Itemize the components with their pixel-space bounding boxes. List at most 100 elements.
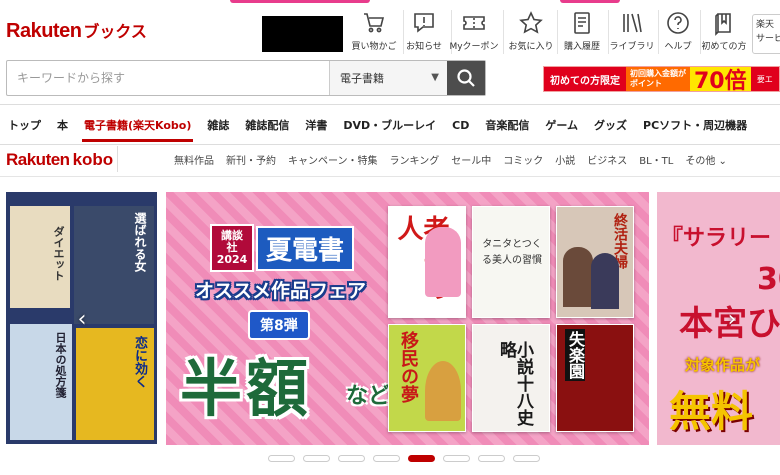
sub-nav-new[interactable]: 新刊・予約 — [220, 152, 282, 167]
promo-tag: 初めての方限定 — [544, 67, 626, 91]
sub-nav-bl-tl[interactable]: BL・TL — [633, 152, 679, 167]
notice-icon — [414, 13, 434, 33]
promo-mid: 初回購入金額が ポイント — [626, 67, 690, 91]
book-cover[interactable]: 移民の夢 — [388, 324, 466, 432]
next-slide-title: 『サラリー — [661, 226, 772, 251]
caret-down-icon: ▼ — [431, 72, 439, 83]
favorite-button[interactable]: お気に入り — [503, 10, 559, 56]
category-tab-magazines[interactable]: 雑誌 — [199, 106, 237, 144]
category-tab-games[interactable]: ゲーム — [537, 106, 586, 144]
library-label: ライブラリ — [609, 42, 655, 52]
logo-brand: Rakuten — [6, 20, 82, 42]
category-tab-top[interactable]: トップ — [0, 106, 49, 144]
sub-nav-business[interactable]: ビジネス — [581, 152, 633, 167]
category-tab-music[interactable]: 音楽配信 — [477, 106, 537, 144]
fair-badge-title: 夏電書 — [256, 225, 355, 271]
sub-nav-sale[interactable]: セール中 — [445, 152, 497, 167]
book-illustration — [591, 253, 619, 309]
divider — [0, 104, 780, 105]
category-tab-magazine-streaming[interactable]: 雑誌配信 — [237, 106, 297, 144]
carousel-slide-active[interactable]: 講談社2024 夏電書 オススメ作品フェア 第8弾 半額 など 老害の人 タニタ… — [166, 192, 649, 445]
rakuten-services-menu[interactable]: 楽天 サービ — [752, 14, 780, 54]
book-cover[interactable]: 小説十八史略 — [472, 324, 550, 432]
category-nav: トップ 本 電子書籍(楽天Kobo) 雑誌 雑誌配信 洋書 DVD・ブルーレイ … — [0, 106, 780, 144]
fair-etc: など — [346, 384, 391, 409]
carousel-slide-next[interactable]: 『サラリー 30 本宮ひ 対象作品が 無料 — [657, 192, 780, 445]
carousel-dot[interactable] — [303, 455, 330, 462]
carousel-dot[interactable] — [443, 455, 470, 462]
divider — [117, 146, 118, 172]
chevron-down-icon: ⌄ — [718, 155, 727, 167]
history-icon — [574, 12, 590, 34]
cart-button[interactable]: 買い物かご — [346, 10, 402, 56]
book-cover: 恋に効く — [76, 328, 154, 440]
book-title: 恋に効く — [132, 336, 147, 388]
divider — [0, 176, 780, 177]
logo-suffix: ブックス — [83, 22, 147, 41]
category-tab-dvd[interactable]: DVD・ブルーレイ — [335, 106, 444, 144]
book-title: 移民の夢 — [398, 331, 419, 403]
cart-label: 買い物かご — [351, 42, 397, 52]
kobo-sub-nav: 無料作品 新刊・予約 キャンペーン・特集 ランキング セール中 コミック 小説 … — [168, 148, 733, 170]
carousel-dot[interactable] — [338, 455, 365, 462]
search-button[interactable] — [447, 61, 485, 95]
coupon-icon — [463, 16, 485, 30]
category-tab-pc[interactable]: PCソフト・周辺機器 — [635, 106, 755, 144]
site-logo[interactable]: Rakuten ブックス — [6, 18, 147, 48]
page-root: Rakuten ブックス 買い物かご お知らせ Myクーポン お気に入り 購入履… — [0, 0, 780, 475]
category-tab-goods[interactable]: グッズ — [586, 106, 635, 144]
kobo-logo[interactable]: Rakuten kobo — [6, 150, 113, 170]
notice-label: お知らせ — [406, 42, 442, 52]
sub-nav-more-label: その他 — [685, 155, 716, 167]
book-cover: ダイエット — [10, 206, 70, 308]
category-tab-books[interactable]: 本 — [49, 106, 76, 144]
book-cover[interactable]: タニタとつくる美人の習慣 — [472, 206, 550, 318]
help-label: ヘルプ — [664, 42, 692, 52]
book-cover[interactable]: 失楽園 — [556, 324, 634, 432]
book-title: ダイエット — [52, 226, 65, 281]
first-time-button[interactable]: 初めての方 — [696, 10, 752, 56]
search-category-select[interactable]: 電子書籍 ▼ — [329, 61, 447, 95]
search-input[interactable] — [7, 61, 329, 95]
book-cover[interactable]: 終活夫婦 — [556, 206, 634, 318]
carousel-dot[interactable] — [513, 455, 540, 462]
sub-nav-ranking[interactable]: ランキング — [384, 152, 446, 167]
book-title: 小説十八史略 — [496, 341, 533, 426]
category-tab-ebooks[interactable]: 電子書籍(楽天Kobo) — [76, 106, 199, 144]
search-category-value: 電子書籍 — [340, 72, 384, 85]
book-illustration — [425, 361, 461, 421]
sub-nav-comic[interactable]: コミック — [497, 152, 549, 167]
carousel-dot[interactable] — [373, 455, 400, 462]
book-cover[interactable]: 老害の人 — [388, 206, 466, 318]
book-title: 失楽園 — [565, 329, 585, 381]
carousel-next-arrow[interactable]: › — [722, 304, 742, 334]
coupon-button[interactable]: Myクーポン — [446, 10, 502, 56]
promo-banner[interactable]: 初めての方限定 初回購入金額が ポイント 70倍 要エ — [543, 66, 780, 92]
first-time-label: 初めての方 — [701, 42, 747, 52]
next-slide-number: 30 — [757, 262, 780, 297]
fair-round-badge: 第8弾 — [248, 310, 310, 340]
carousel-dot-active[interactable] — [408, 455, 435, 462]
history-button[interactable]: 購入履歴 — [554, 10, 610, 56]
top-accent-bar-2 — [560, 0, 620, 3]
category-tab-cd[interactable]: CD — [444, 106, 477, 144]
sub-nav-campaign[interactable]: キャンペーン・特集 — [282, 152, 384, 167]
sub-nav-free[interactable]: 無料作品 — [168, 152, 220, 167]
sub-nav-more[interactable]: その他 ⌄ — [679, 152, 733, 167]
search-icon — [457, 69, 475, 87]
sub-nav-novel[interactable]: 小説 — [549, 152, 581, 167]
next-slide-target: 対象作品が — [685, 356, 761, 374]
fair-badge-publisher: 講談社2024 — [210, 224, 254, 272]
notice-button[interactable]: お知らせ — [396, 10, 452, 56]
rakuten-services-line2: サービ — [756, 34, 780, 44]
book-illustration — [563, 247, 593, 307]
rakuten-services-line1: 楽天 — [756, 20, 775, 30]
carousel-prev-arrow[interactable]: ‹ — [72, 304, 92, 334]
carousel-dot[interactable] — [268, 455, 295, 462]
carousel-dot[interactable] — [478, 455, 505, 462]
redacted-block — [262, 16, 343, 52]
book-title: タニタとつくる美人の習慣 — [482, 239, 542, 266]
divider — [0, 144, 780, 145]
promo-mid-line2: ポイント — [630, 79, 662, 88]
category-tab-foreign-books[interactable]: 洋書 — [297, 106, 335, 144]
